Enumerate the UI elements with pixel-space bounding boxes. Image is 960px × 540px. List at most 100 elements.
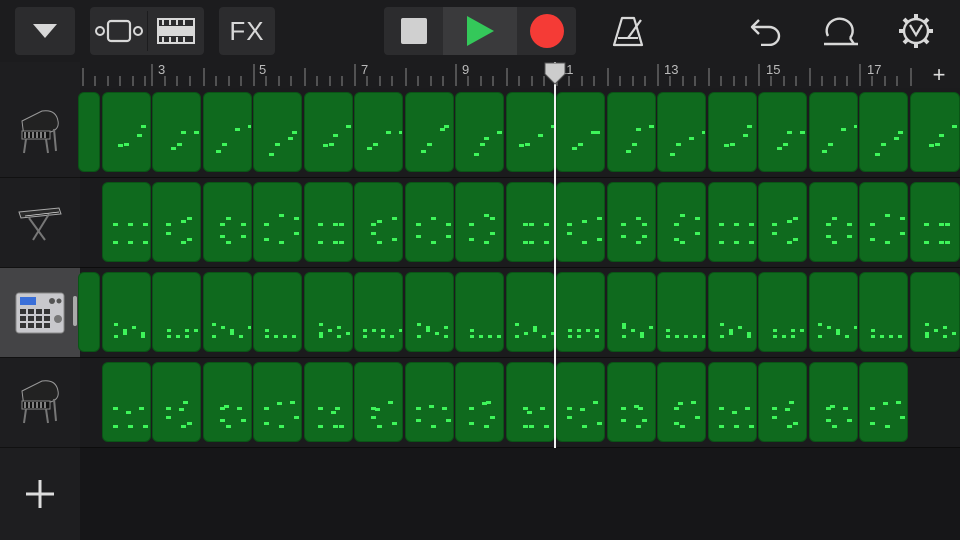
music-region[interactable] <box>809 272 858 352</box>
midi-note <box>265 335 269 338</box>
midi-note <box>693 335 697 338</box>
fx-button[interactable]: FX <box>219 7 275 55</box>
music-region[interactable] <box>304 182 353 262</box>
music-region[interactable] <box>708 362 757 442</box>
music-region[interactable] <box>78 272 100 352</box>
music-region[interactable] <box>657 362 706 442</box>
music-region[interactable] <box>859 272 908 352</box>
midi-note <box>785 408 790 411</box>
record-button[interactable] <box>517 7 576 55</box>
music-region[interactable] <box>758 92 807 172</box>
music-region[interactable] <box>455 182 504 262</box>
music-region[interactable] <box>203 272 252 352</box>
midi-note <box>695 217 700 220</box>
music-region[interactable] <box>607 272 656 352</box>
music-region[interactable] <box>910 92 960 172</box>
music-region[interactable] <box>102 182 151 262</box>
play-button[interactable] <box>443 7 517 55</box>
midi-note <box>417 323 421 326</box>
music-region[interactable] <box>859 362 908 442</box>
undo-button[interactable] <box>744 7 788 55</box>
music-region[interactable] <box>910 182 960 262</box>
music-region[interactable] <box>304 362 353 442</box>
midi-note <box>187 422 192 425</box>
add-track-button[interactable] <box>0 448 80 540</box>
music-region[interactable] <box>758 272 807 352</box>
midi-note <box>622 326 626 329</box>
music-region[interactable] <box>859 182 908 262</box>
track-header-4[interactable] <box>0 358 80 448</box>
music-region[interactable] <box>809 182 858 262</box>
music-region[interactable] <box>556 182 605 262</box>
music-region[interactable] <box>354 272 403 352</box>
music-region[interactable] <box>78 92 100 172</box>
music-region[interactable] <box>506 272 555 352</box>
settings-button[interactable] <box>894 7 938 55</box>
midi-note <box>621 223 626 226</box>
music-region[interactable] <box>304 272 353 352</box>
music-region[interactable] <box>607 92 656 172</box>
music-region[interactable] <box>758 362 807 442</box>
music-region[interactable] <box>102 362 151 442</box>
music-region[interactable] <box>455 92 504 172</box>
track-header-3[interactable] <box>0 268 80 358</box>
music-region[interactable] <box>708 272 757 352</box>
loop-browser-button[interactable] <box>818 7 862 55</box>
music-region[interactable] <box>253 362 302 442</box>
music-region[interactable] <box>152 272 201 352</box>
add-section-button[interactable]: + <box>918 62 960 88</box>
midi-note <box>830 405 835 408</box>
music-region[interactable] <box>152 182 201 262</box>
music-region[interactable] <box>859 92 908 172</box>
music-region[interactable] <box>657 182 706 262</box>
music-region[interactable] <box>556 92 605 172</box>
music-region[interactable] <box>203 182 252 262</box>
music-region[interactable] <box>203 92 252 172</box>
stop-button[interactable] <box>384 7 443 55</box>
metronome-button[interactable] <box>606 7 650 55</box>
music-region[interactable] <box>405 272 454 352</box>
music-region[interactable] <box>708 182 757 262</box>
playhead-handle[interactable] <box>543 62 567 86</box>
browser-dropdown-button[interactable] <box>15 7 75 55</box>
music-region[interactable] <box>657 92 706 172</box>
music-region[interactable] <box>354 92 403 172</box>
music-region[interactable] <box>253 182 302 262</box>
music-region[interactable] <box>556 272 605 352</box>
music-region[interactable] <box>152 362 201 442</box>
music-region[interactable] <box>910 272 960 352</box>
music-region[interactable] <box>253 92 302 172</box>
music-region[interactable] <box>809 362 858 442</box>
track-header-1[interactable] <box>0 88 80 178</box>
music-region[interactable] <box>506 362 555 442</box>
music-region[interactable] <box>102 272 151 352</box>
midi-note <box>194 329 198 332</box>
music-region[interactable] <box>405 92 454 172</box>
music-region[interactable] <box>455 272 504 352</box>
music-region[interactable] <box>354 182 403 262</box>
music-region[interactable] <box>758 182 807 262</box>
music-region[interactable] <box>607 182 656 262</box>
track-header-2[interactable] <box>0 178 80 268</box>
tracks-view-button[interactable] <box>90 7 147 55</box>
timeline-ruler[interactable]: 3 5 7 9 11 13 15 17 <box>80 62 960 89</box>
music-region[interactable] <box>203 362 252 442</box>
music-region[interactable] <box>304 92 353 172</box>
music-region[interactable] <box>809 92 858 172</box>
music-region[interactable] <box>506 92 555 172</box>
music-region[interactable] <box>607 362 656 442</box>
tracks-list-button[interactable] <box>148 7 204 55</box>
music-region[interactable] <box>657 272 706 352</box>
music-region[interactable] <box>556 362 605 442</box>
music-region[interactable] <box>405 182 454 262</box>
music-region[interactable] <box>354 362 403 442</box>
music-region[interactable] <box>405 362 454 442</box>
music-region[interactable] <box>253 272 302 352</box>
music-region[interactable] <box>506 182 555 262</box>
music-region[interactable] <box>102 92 151 172</box>
track-resize-handle[interactable] <box>73 296 77 326</box>
music-region[interactable] <box>708 92 757 172</box>
midi-note <box>818 335 822 338</box>
music-region[interactable] <box>152 92 201 172</box>
music-region[interactable] <box>455 362 504 442</box>
